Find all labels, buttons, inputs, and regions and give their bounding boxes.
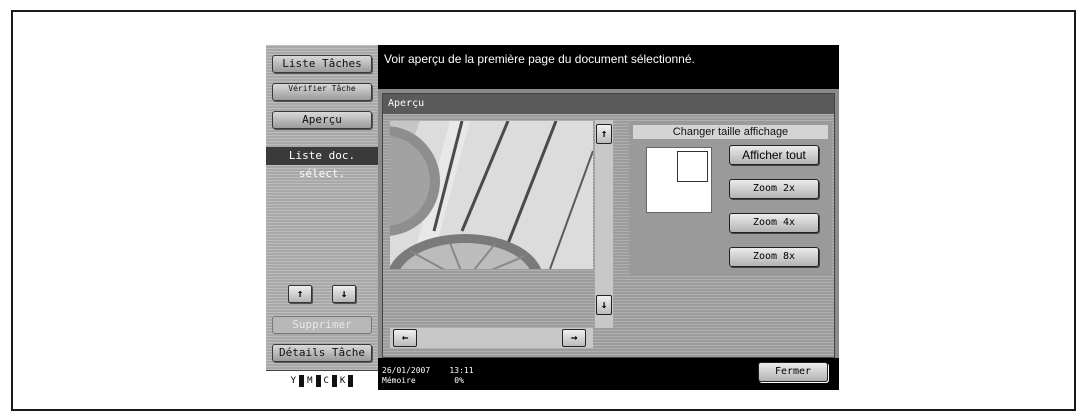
job-list-button[interactable]: Liste Tâches <box>272 55 372 73</box>
orange-slice-image <box>390 121 593 269</box>
down-arrow-icon: ↓ <box>340 287 348 300</box>
preview-button[interactable]: Aperçu <box>272 111 372 129</box>
toner-black-label: K <box>339 376 346 386</box>
zoom-region-box[interactable] <box>677 151 708 182</box>
preview-image <box>390 121 593 269</box>
toner-cyan-bar <box>331 375 337 387</box>
list-down-button[interactable]: ↓ <box>332 285 356 303</box>
toner-levels: Y M C K <box>266 370 378 390</box>
control-panel-screen: Liste Tâches Vérifier Tâche Aperçu Liste… <box>266 45 839 390</box>
toner-magenta-label: M <box>307 376 313 386</box>
memory-status: Mémoire 0% <box>382 376 464 385</box>
toner-black-bar <box>348 375 354 387</box>
scroll-left-button[interactable]: ← <box>393 329 417 347</box>
panel-title: Aperçu <box>383 94 834 114</box>
check-job-button[interactable]: Vérifier Tâche <box>272 83 372 101</box>
display-size-panel: Changer taille affichage Afficher tout Z… <box>629 121 832 276</box>
display-size-title: Changer taille affichage <box>633 125 828 139</box>
show-all-button[interactable]: Afficher tout <box>729 145 819 165</box>
datetime: 26/01/2007 13:11 <box>382 366 474 375</box>
down-arrow-icon: ↓ <box>600 298 608 311</box>
scroll-down-button[interactable]: ↓ <box>596 295 612 315</box>
zoom-2x-button[interactable]: Zoom 2x <box>729 179 819 199</box>
scroll-right-button[interactable]: → <box>562 329 586 347</box>
scroll-up-button[interactable]: ↑ <box>596 124 612 144</box>
status-bar: 26/01/2007 13:11 Mémoire 0% Fermer <box>378 358 839 390</box>
zoom-8x-button[interactable]: Zoom 8x <box>729 247 819 267</box>
toner-magenta-bar <box>315 375 321 387</box>
left-sidebar: Liste Tâches Vérifier Tâche Aperçu Liste… <box>266 45 378 390</box>
job-details-button[interactable]: Détails Tâche <box>272 344 372 362</box>
list-up-button[interactable]: ↑ <box>288 285 312 303</box>
toner-cyan-label: C <box>323 376 329 386</box>
header-message: Voir aperçu de la première page du docum… <box>378 45 839 89</box>
right-arrow-icon: → <box>570 331 578 344</box>
horizontal-scrollbar[interactable]: ← → <box>390 328 593 348</box>
preview-panel: Aperçu ↑ ↓ ← → Changer taille affichage … <box>382 93 835 358</box>
zoom-4x-button[interactable]: Zoom 4x <box>729 213 819 233</box>
toner-yellow-bar <box>299 375 305 387</box>
close-button[interactable]: Fermer <box>758 362 828 382</box>
left-arrow-icon: ← <box>401 331 409 344</box>
toner-yellow-label: Y <box>290 376 297 386</box>
doc-list-label: Liste doc. sélect. <box>266 147 378 180</box>
page-thumbnail <box>646 147 712 213</box>
up-arrow-icon: ↑ <box>296 287 304 300</box>
delete-button[interactable]: Supprimer <box>272 316 372 334</box>
vertical-scrollbar[interactable]: ↑ ↓ <box>595 120 613 328</box>
up-arrow-icon: ↑ <box>600 127 608 140</box>
